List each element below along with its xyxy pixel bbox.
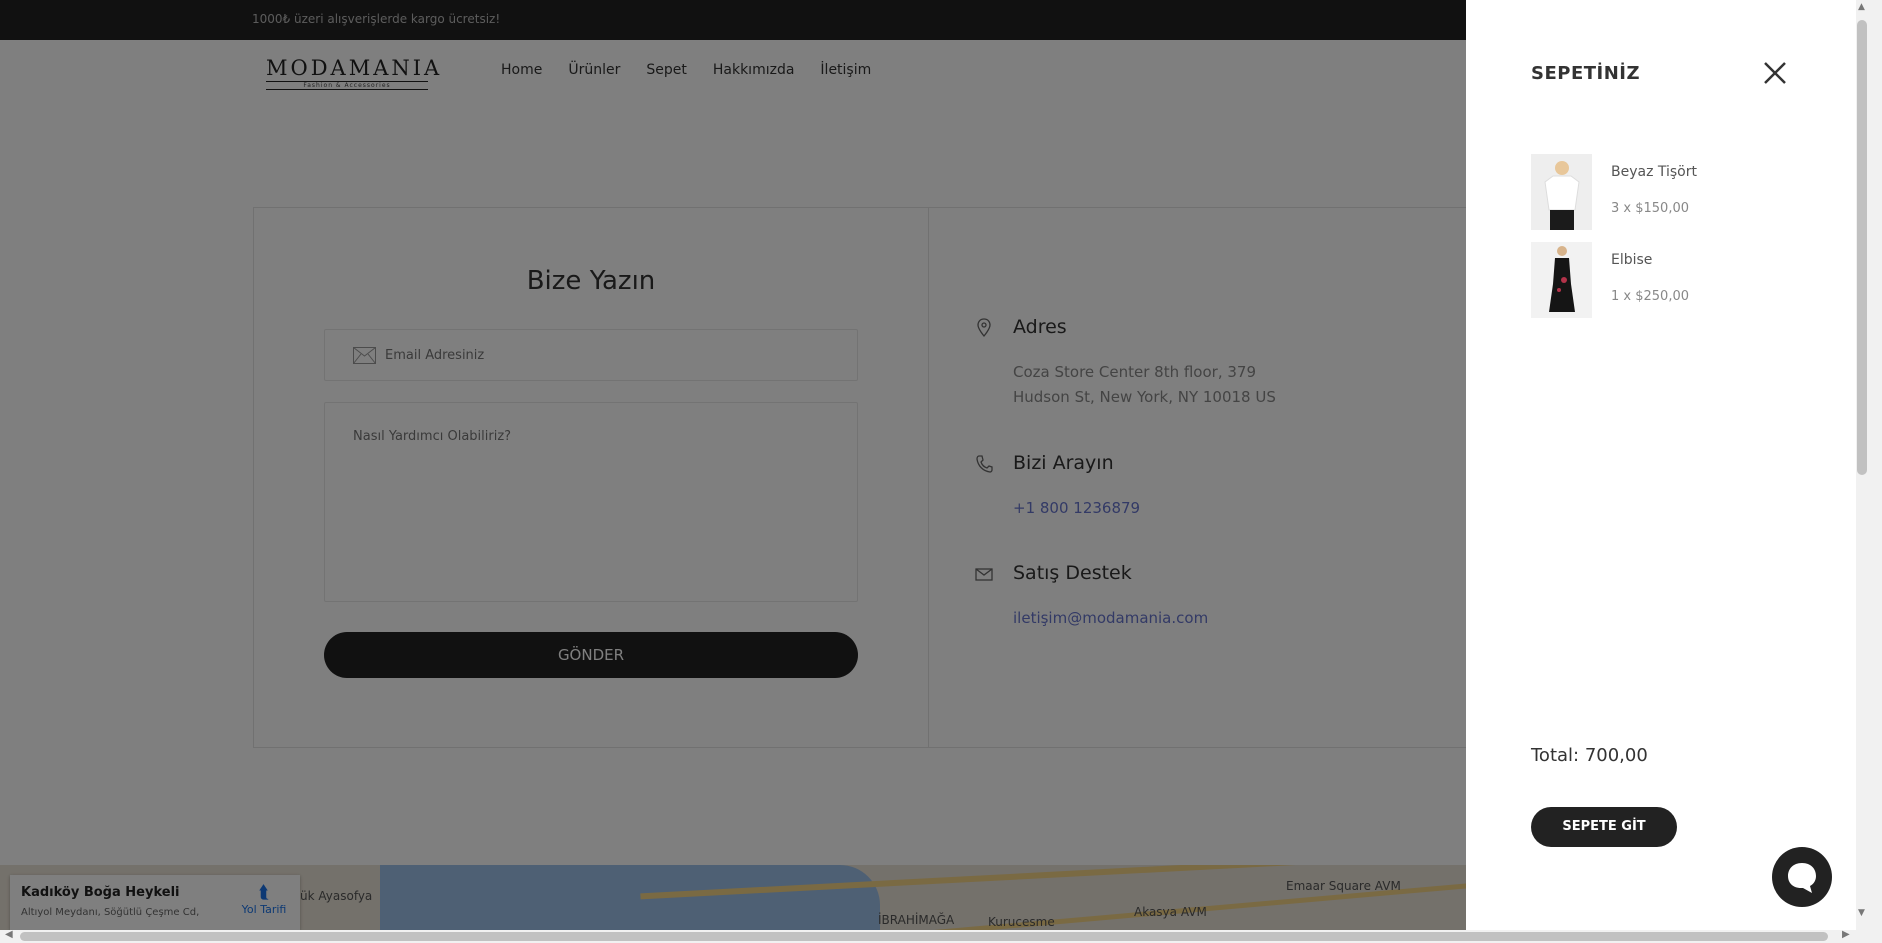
cart-item[interactable]: Beyaz Tişört 3 x $150,00 xyxy=(1531,154,1831,230)
cart-item-name: Beyaz Tişört xyxy=(1611,164,1697,180)
cart-total: Total: 700,00 xyxy=(1531,745,1648,766)
cart-item-name: Elbise xyxy=(1611,252,1653,268)
scroll-right-arrow-icon[interactable]: ▶ xyxy=(1842,929,1850,940)
close-icon[interactable] xyxy=(1762,60,1788,86)
scroll-up-arrow-icon[interactable]: ▲ xyxy=(1858,2,1865,12)
scroll-left-arrow-icon[interactable]: ◀ xyxy=(5,929,13,940)
chat-bubble-icon xyxy=(1788,863,1816,893)
scroll-down-arrow-icon[interactable]: ▼ xyxy=(1858,908,1865,918)
horizontal-scrollbar[interactable]: ◀ ▶ xyxy=(0,929,1882,943)
vertical-scrollbar[interactable]: ▲ ▼ xyxy=(1856,0,1882,930)
cart-panel: SEPETİNİZ Beyaz Tişört 3 x $150,00 Elbis… xyxy=(1466,0,1856,930)
cart-item-qty-price: 1 x $250,00 xyxy=(1611,289,1689,304)
horizontal-scroll-thumb[interactable] xyxy=(20,932,1828,941)
product-image-white-tshirt xyxy=(1531,154,1592,230)
cart-item[interactable]: Elbise 1 x $250,00 xyxy=(1531,242,1831,318)
product-image-dress xyxy=(1531,242,1592,318)
page-overlay[interactable] xyxy=(0,0,1466,930)
go-to-cart-button[interactable]: SEPETE GİT xyxy=(1531,807,1677,847)
cart-title: SEPETİNİZ xyxy=(1531,63,1641,84)
vertical-scroll-thumb[interactable] xyxy=(1857,20,1867,475)
chat-button[interactable] xyxy=(1772,847,1832,907)
cart-item-qty-price: 3 x $150,00 xyxy=(1611,201,1689,216)
